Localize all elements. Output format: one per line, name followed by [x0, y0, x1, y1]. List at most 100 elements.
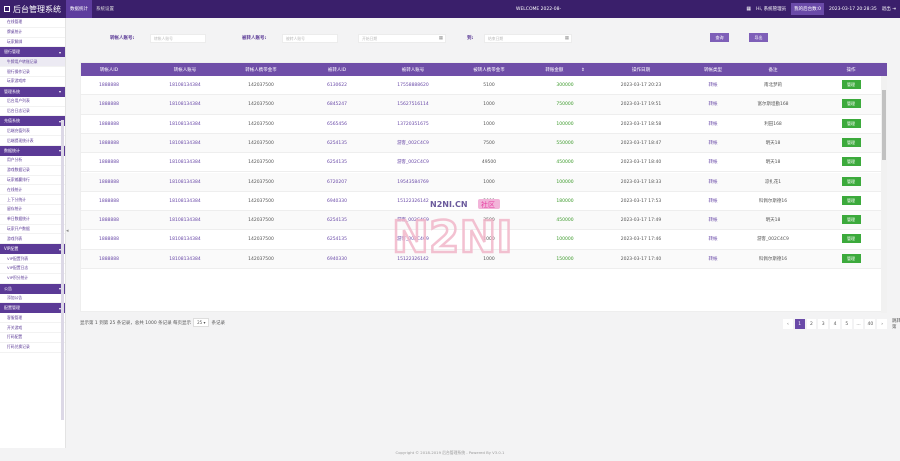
cell-to-account[interactable]: 19543584769: [378, 173, 448, 192]
sidebar-item[interactable]: 玩家解绑: [0, 38, 65, 48]
cell-from-account[interactable]: 18108134384: [150, 115, 220, 134]
cell-to-id[interactable]: 6845247: [302, 95, 372, 114]
cell-from-account[interactable]: 18108134384: [150, 95, 220, 114]
cell-to-id[interactable]: 6254135: [302, 134, 372, 153]
sidebar-item[interactable]: 用户分析: [0, 156, 65, 166]
cell-from-id[interactable]: 1888888: [74, 153, 144, 172]
sidebar-group[interactable]: 公告 ▾: [0, 283, 65, 294]
manage-button[interactable]: 管理: [841, 176, 861, 186]
sidebar-item[interactable]: 添加公告: [0, 294, 65, 304]
cell-from-account[interactable]: 18108134384: [150, 76, 220, 95]
sidebar-item[interactable]: 玩家输赢排行: [0, 176, 65, 186]
manage-button[interactable]: 管理: [841, 80, 861, 89]
cell-from-account[interactable]: 18108134384: [150, 134, 220, 153]
cell-to-account[interactable]: 13720351675: [378, 115, 448, 134]
sidebar-item[interactable]: 后端提现统计表: [0, 136, 65, 146]
cell-from-id[interactable]: 1888888: [74, 134, 144, 153]
manage-button[interactable]: 管理: [841, 137, 861, 147]
cell-from-id[interactable]: 1888888: [74, 95, 144, 114]
sidebar-item[interactable]: 玩家游戏库: [0, 77, 65, 87]
sidebar-item[interactable]: 客服管理: [0, 313, 65, 324]
sidebar-scrollbar[interactable]: [61, 120, 64, 420]
manage-button[interactable]: 管理: [841, 157, 861, 167]
sidebar-item[interactable]: 上下分统计: [0, 195, 65, 205]
sort-icon[interactable]: ⇕: [579, 68, 585, 73]
logout-link[interactable]: 退出 ⇥: [882, 6, 896, 12]
cell-to-id[interactable]: 6565456: [302, 115, 372, 134]
sidebar-item[interactable]: 后台用户列表: [0, 97, 65, 107]
cell-from-id[interactable]: 1888888: [74, 230, 144, 249]
manage-button[interactable]: 管理: [841, 253, 861, 263]
cell-to-account[interactable]: 15627516114: [378, 95, 448, 114]
pagination-page[interactable]: ...: [853, 319, 864, 329]
pagination-page[interactable]: 1: [794, 319, 805, 329]
sidebar-group[interactable]: 数据统计 ▾: [0, 145, 65, 156]
cell-to-id[interactable]: 6720207: [302, 173, 372, 192]
per-page-select[interactable]: 25 ▾: [193, 318, 210, 327]
sidebar-item[interactable]: 牛牌用户转账记录: [0, 57, 65, 68]
sidebar-group[interactable]: 管理系统 ▾: [0, 86, 65, 97]
export-button[interactable]: 导出: [749, 33, 768, 42]
sidebar-item[interactable]: 开关游戏: [0, 323, 65, 333]
sidebar-item[interactable]: 游戏数据记录: [0, 166, 65, 176]
sidebar-item[interactable]: 牌桌统计: [0, 28, 65, 38]
sidebar-item[interactable]: 玩家开户数据: [0, 225, 65, 235]
cell-to-id[interactable]: 6254135: [302, 230, 372, 249]
cell-from-account[interactable]: 18108134384: [150, 153, 220, 172]
table-row[interactable]: 1888888 18108134384 142037500 6130622 175588…: [81, 76, 887, 96]
grid-icon[interactable]: ▦: [746, 6, 751, 12]
pagination-page[interactable]: 4: [830, 319, 840, 329]
cell-to-id[interactable]: 6940330: [302, 192, 372, 211]
manage-button[interactable]: 管理: [841, 234, 861, 244]
sidebar-item[interactable]: 留存统计: [0, 205, 65, 215]
pagination-page[interactable]: 5: [841, 319, 852, 329]
sidebar-item[interactable]: 在线管理: [0, 18, 65, 28]
user-greeting[interactable]: Hi, 系统管理员: [756, 6, 786, 12]
table-scrollbar[interactable]: [881, 76, 887, 313]
cell-from-account[interactable]: 18108134384: [150, 173, 220, 192]
sidebar-item[interactable]: 打码兑换记录: [0, 343, 65, 353]
my-panel-badge[interactable]: 我的后台数:0: [791, 3, 824, 15]
pagination-page[interactable]: 3: [818, 319, 829, 329]
table-scrollbar-thumb[interactable]: [882, 90, 886, 160]
cell-from-account[interactable]: 18108134384: [150, 230, 220, 249]
nav-tab-settings[interactable]: 系统设置: [92, 0, 118, 18]
sidebar-group[interactable]: 充值系统 ▾: [0, 116, 65, 127]
cell-to-account[interactable]: 游客_002C4C9: [378, 153, 448, 172]
pagination-next-button[interactable]: ›: [877, 319, 888, 329]
nav-tab-stats[interactable]: 数据统计: [66, 0, 92, 18]
to-account-input[interactable]: 被转人账号: [282, 34, 338, 43]
cell-to-id[interactable]: 6940330: [302, 250, 372, 269]
pagination-page[interactable]: 2: [806, 319, 817, 329]
pagination-prev-button[interactable]: ‹: [783, 319, 793, 329]
cell-from-account[interactable]: 18108134384: [150, 250, 220, 269]
cell-from-account[interactable]: 18108134384: [150, 192, 220, 211]
cell-to-account[interactable]: 游客_002C4C9: [378, 134, 448, 153]
date-to-input[interactable]: 结束日期 ▦: [484, 34, 572, 43]
manage-button[interactable]: 管理: [841, 99, 861, 109]
cell-from-id[interactable]: 1888888: [74, 192, 144, 211]
app-logo[interactable]: 后台管理系统: [0, 0, 66, 18]
cell-from-id[interactable]: 1888888: [74, 76, 144, 95]
table-row[interactable]: 1888888 18108134384 142037500 6845247 156275…: [81, 95, 887, 115]
cell-from-id[interactable]: 1888888: [74, 115, 144, 134]
cell-from-id[interactable]: 1888888: [74, 250, 144, 269]
sidebar-item[interactable]: VIP配置日志: [0, 264, 65, 274]
from-account-input[interactable]: 转帐人账号: [150, 34, 206, 43]
sidebar-group[interactable]: VIP配置 ▾: [0, 244, 65, 255]
sidebar-group[interactable]: 银行管理 ▾: [0, 47, 65, 58]
cell-to-id[interactable]: 6130622: [302, 76, 372, 95]
sidebar-item[interactable]: VIP配置列表: [0, 254, 65, 264]
manage-button[interactable]: 管理: [841, 118, 861, 128]
cell-from-id[interactable]: 1888888: [74, 173, 144, 192]
cell-to-account[interactable]: 17558888620: [378, 76, 448, 95]
sidebar-group[interactable]: 配置管理 ▾: [0, 303, 65, 314]
sidebar-item[interactable]: 游戏列表: [0, 234, 65, 245]
cell-from-id[interactable]: 1888888: [74, 211, 144, 230]
table-row[interactable]: 1888888 18108134384 142037500 6720207 195435…: [81, 172, 887, 192]
sidebar-item[interactable]: 银行操作记录: [0, 67, 65, 77]
table-row[interactable]: 1888888 18108134384 142037500 6254135 游客_002…: [81, 133, 887, 154]
sidebar-item[interactable]: 后台日志记录: [0, 107, 65, 117]
sidebar-item[interactable]: 在线统计: [0, 185, 65, 196]
sidebar-item[interactable]: VIP积分统计: [0, 274, 65, 284]
